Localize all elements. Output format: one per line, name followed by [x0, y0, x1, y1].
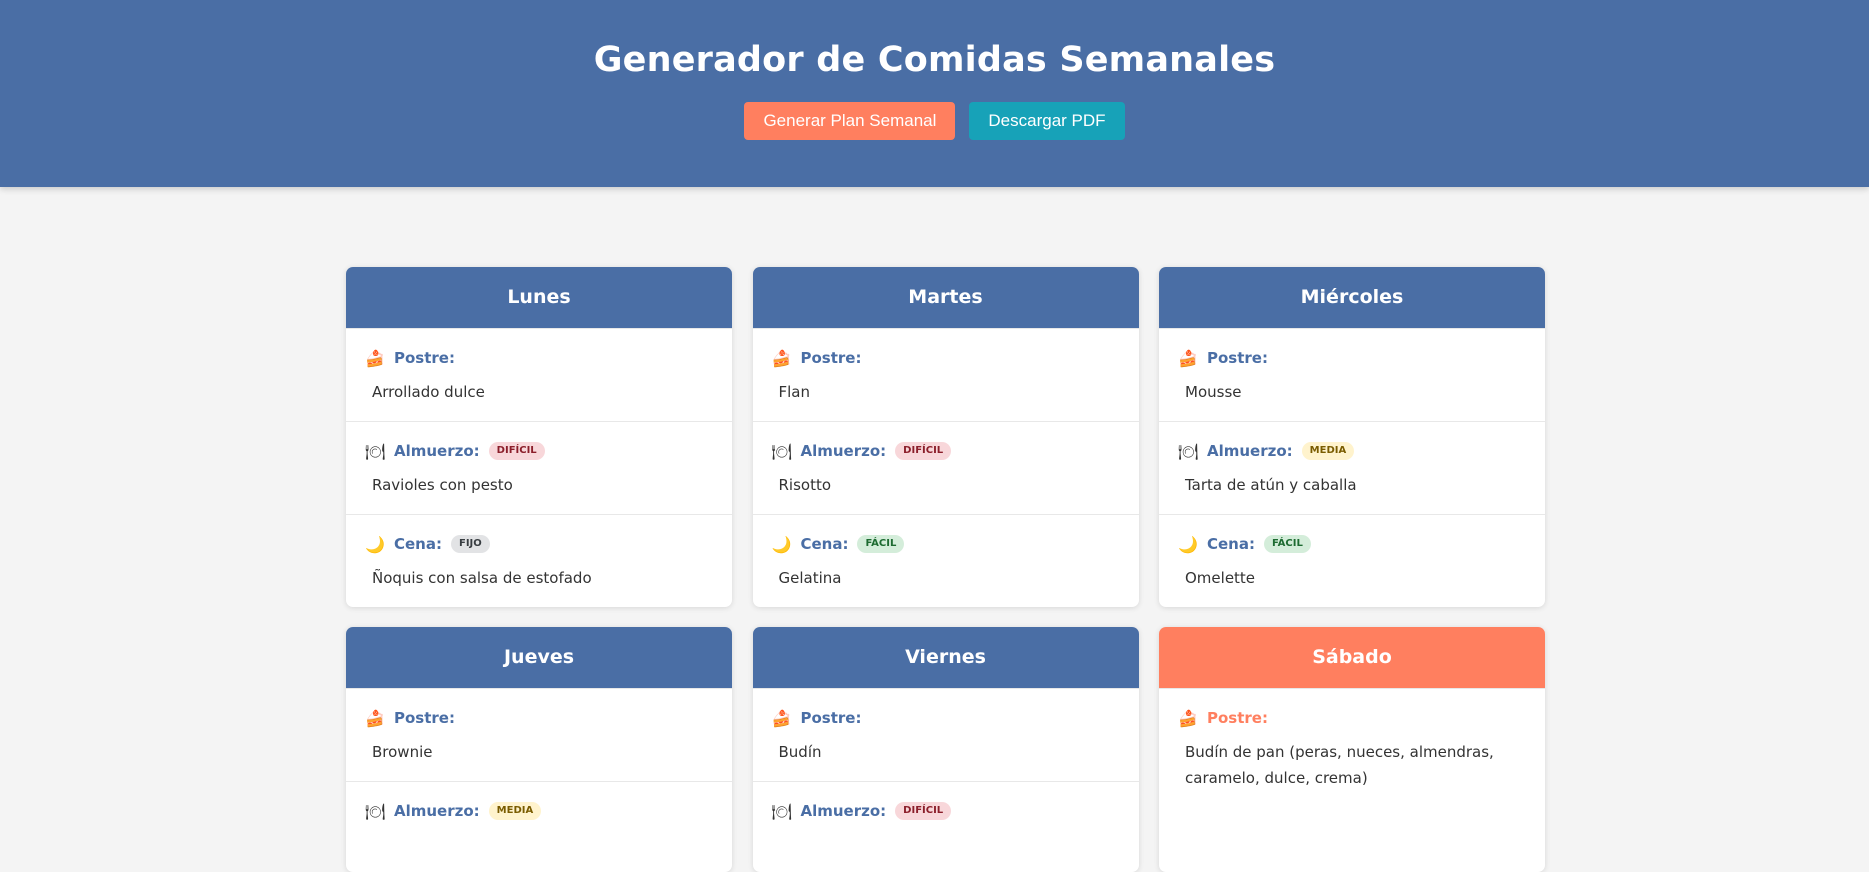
plate-icon: 🍽	[364, 801, 386, 821]
plate-icon: 🍽	[771, 441, 792, 461]
plate-icon: 🍽	[1177, 441, 1199, 461]
day-title: Miércoles	[1159, 267, 1545, 328]
day-title: Jueves	[346, 627, 732, 688]
day-card-lunes: Lunes 🍰 Postre: Arrollado dulce 🍽 Almuer…	[346, 267, 732, 607]
meal-text: Omelette	[1185, 569, 1256, 587]
meal-text: Gelatina	[778, 569, 842, 587]
generate-plan-button[interactable]: Generar Plan Semanal	[744, 102, 956, 140]
meal-text: Mousse	[1185, 383, 1242, 401]
moon-icon: 🌙	[365, 534, 385, 554]
difficulty-badge: DIFÍCIL	[488, 442, 545, 460]
difficulty-badge: DIFÍCIL	[895, 442, 952, 460]
week-grid: Lunes 🍰 Postre: Arrollado dulce 🍽 Almuer…	[346, 267, 1545, 872]
meal-label: Almuerzo:	[1207, 442, 1293, 460]
cake-icon: 🍰	[365, 708, 385, 728]
meal-cena: 🌙 Cena: FÁCIL Gelatina	[752, 514, 1139, 607]
meal-label: Cena:	[800, 535, 849, 553]
meal-text: Brownie	[372, 743, 433, 761]
plate-icon: 🍽	[771, 801, 792, 821]
plate-icon: 🍽	[364, 441, 386, 461]
meal-postre: 🍰 Postre: Budín	[752, 688, 1139, 781]
page-title: Generador de Comidas Semanales	[593, 40, 1276, 80]
meal-text: Ravioles con pesto	[372, 476, 513, 494]
meal-almuerzo: 🍽 Almuerzo: MEDIA Tarta de atún y caball…	[1159, 421, 1545, 514]
meal-text: Ñoquis con salsa de estofado	[372, 569, 592, 587]
day-title: Sábado	[1159, 627, 1545, 688]
meal-text: Budín	[778, 743, 822, 761]
cake-icon: 🍰	[1178, 708, 1198, 728]
meal-label: Postre:	[800, 349, 862, 367]
day-title: Lunes	[346, 267, 732, 328]
meal-almuerzo: 🍽 Almuerzo: DIFÍCIL Risotto	[752, 421, 1139, 514]
difficulty-badge: FÁCIL	[1263, 535, 1311, 553]
meal-almuerzo: 🍽 Almuerzo: MEDIA	[346, 781, 732, 872]
meal-postre: 🍰 Postre: Brownie	[346, 688, 732, 781]
day-card-miercoles: Miércoles 🍰 Postre: Mousse 🍽 Almuerzo: M…	[1159, 267, 1545, 607]
meal-label: Cena:	[394, 535, 442, 553]
meal-text: Tarta de atún y caballa	[1185, 476, 1357, 494]
meal-label: Postre:	[394, 709, 455, 727]
meal-text: Arrollado dulce	[372, 383, 485, 401]
meal-almuerzo: 🍽 Almuerzo: DIFÍCIL	[752, 781, 1139, 872]
meal-cena: 🌙 Cena: FIJO Ñoquis con salsa de estofad…	[346, 514, 732, 607]
cake-icon: 🍰	[365, 348, 385, 368]
difficulty-badge: FÁCIL	[857, 535, 905, 553]
meal-postre: 🍰 Postre: Flan	[752, 328, 1139, 421]
difficulty-badge: MEDIA	[1301, 442, 1355, 460]
download-pdf-button[interactable]: Descargar PDF	[969, 102, 1125, 140]
moon-icon: 🌙	[771, 534, 792, 554]
meal-text: Budín de pan (peras, nueces, almendras, …	[1185, 743, 1494, 787]
day-card-martes: Martes 🍰 Postre: Flan 🍽 Almuerzo: DIFÍCI…	[752, 267, 1139, 607]
meal-postre: 🍰 Postre: Mousse	[1159, 328, 1545, 421]
meal-text: Flan	[778, 383, 811, 401]
day-card-jueves: Jueves 🍰 Postre: Brownie 🍽 Almuerzo: MED…	[346, 627, 732, 872]
meal-label: Cena:	[1207, 535, 1255, 553]
cake-icon: 🍰	[771, 708, 792, 728]
meal-cena: 🌙 Cena: FÁCIL Omelette	[1159, 514, 1545, 607]
meal-almuerzo: 🍽 Almuerzo: DIFÍCIL Ravioles con pesto	[346, 421, 732, 514]
header-actions: Generar Plan Semanal Descargar PDF	[0, 102, 1869, 140]
moon-icon: 🌙	[1178, 534, 1198, 554]
day-card-viernes: Viernes 🍰 Postre: Budín 🍽 Almuerzo: DIFÍ…	[752, 627, 1139, 872]
meal-postre: 🍰 Postre: Budín de pan (peras, nueces, a…	[1159, 688, 1545, 807]
difficulty-badge: FIJO	[450, 535, 490, 553]
meal-label: Postre:	[1207, 709, 1268, 727]
cake-icon: 🍰	[771, 348, 792, 368]
meal-label: Postre:	[800, 709, 862, 727]
meal-label: Almuerzo:	[394, 442, 480, 460]
meal-label: Postre:	[1207, 349, 1268, 367]
meal-text: Risotto	[778, 476, 832, 494]
day-card-sabado: Sábado 🍰 Postre: Budín de pan (peras, nu…	[1159, 627, 1545, 872]
page-header: Generador de Comidas Semanales Generar P…	[0, 0, 1869, 187]
day-title: Viernes	[752, 627, 1139, 688]
meal-label: Almuerzo:	[800, 442, 887, 460]
cake-icon: 🍰	[1178, 348, 1198, 368]
meal-label: Postre:	[394, 349, 455, 367]
day-title: Martes	[752, 267, 1139, 328]
meal-postre: 🍰 Postre: Arrollado dulce	[346, 328, 732, 421]
